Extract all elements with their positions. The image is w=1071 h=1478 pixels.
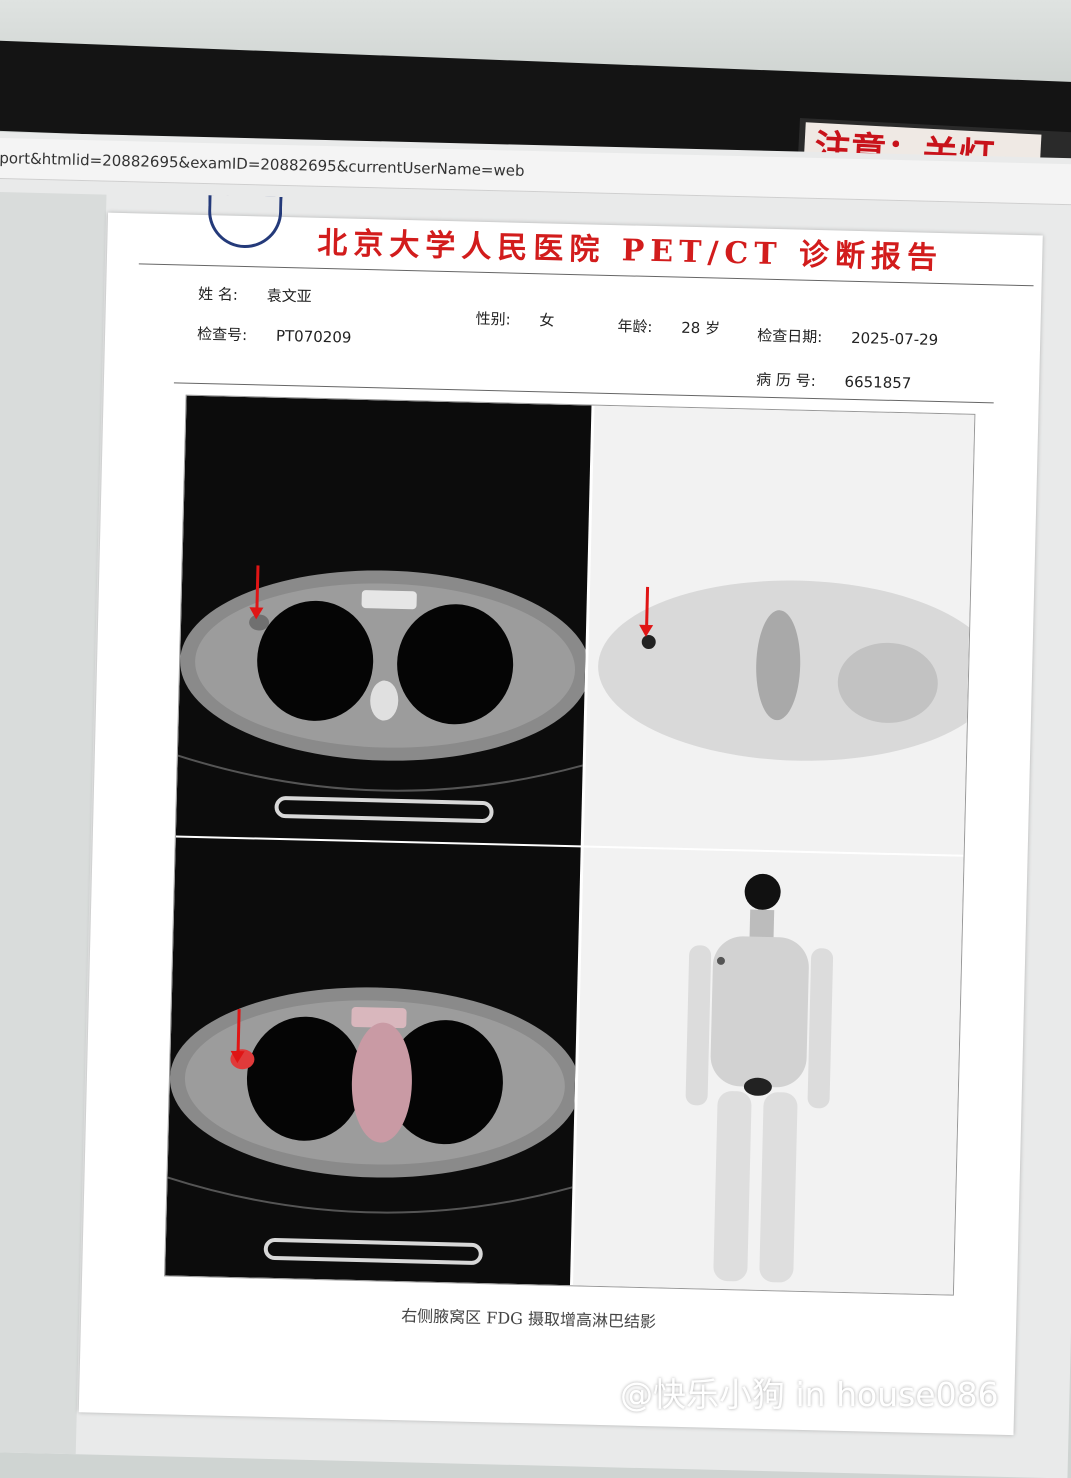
- image-grid: [164, 394, 976, 1296]
- patient-name-field: 姓 名: 袁文亚: [198, 283, 312, 307]
- patient-name-label: 姓 名:: [197, 284, 239, 304]
- address-bar-url[interactable]: port&htmlid=20882695&examID=20882695&cur…: [0, 149, 525, 180]
- pet-mip-body: [685, 873, 834, 1283]
- exam-number-value: PT070209: [275, 326, 352, 347]
- exam-number-field: 检查号: PT070209: [197, 323, 352, 348]
- ct-axial-image: [175, 395, 592, 846]
- report-page: 北京大学人民医院 PET/CT 诊断报告 姓 名: 袁文亚 性别: 女 年龄: …: [78, 195, 1043, 1436]
- fused-petct-scan: [167, 987, 580, 1265]
- record-number-label: 病 历 号:: [755, 370, 816, 391]
- patient-age-label: 年龄:: [617, 317, 653, 336]
- exam-date-field: 检查日期: 2025-07-29: [757, 325, 938, 350]
- pet-axial-image: [583, 405, 975, 855]
- exam-number-label: 检查号:: [196, 324, 248, 345]
- fused-petct-image: [165, 837, 581, 1286]
- patient-sex-label: 性别:: [475, 309, 511, 329]
- exam-date-label: 检查日期:: [757, 326, 823, 347]
- patient-name-value: 袁文亚: [266, 286, 312, 306]
- report-title: 北京大学人民医院 PET/CT 诊断报告: [316, 225, 944, 277]
- pet-mip-image: [572, 847, 964, 1295]
- patient-sex-value: 女: [539, 311, 555, 330]
- record-number-field: 病 历 号: 6651857: [756, 369, 912, 394]
- patient-sex-field: 性别: 女: [475, 308, 554, 331]
- exam-date-value: 2025-07-29: [850, 328, 939, 349]
- patient-age-field: 年龄: 28 岁: [617, 315, 720, 339]
- image-caption: 右侧腋窝区 FDG 摄取增高淋巴结影: [400, 1306, 657, 1332]
- monitor-screen: port&htmlid=20882695&examID=20882695&cur…: [0, 132, 1071, 1478]
- record-number-value: 6651857: [844, 372, 912, 393]
- watermark-text: @快乐小狗 in house086: [620, 1375, 999, 1414]
- ct-axial-scan: [177, 570, 591, 823]
- patient-age-value: 28 岁: [681, 318, 721, 338]
- hospital-logo: [207, 195, 283, 249]
